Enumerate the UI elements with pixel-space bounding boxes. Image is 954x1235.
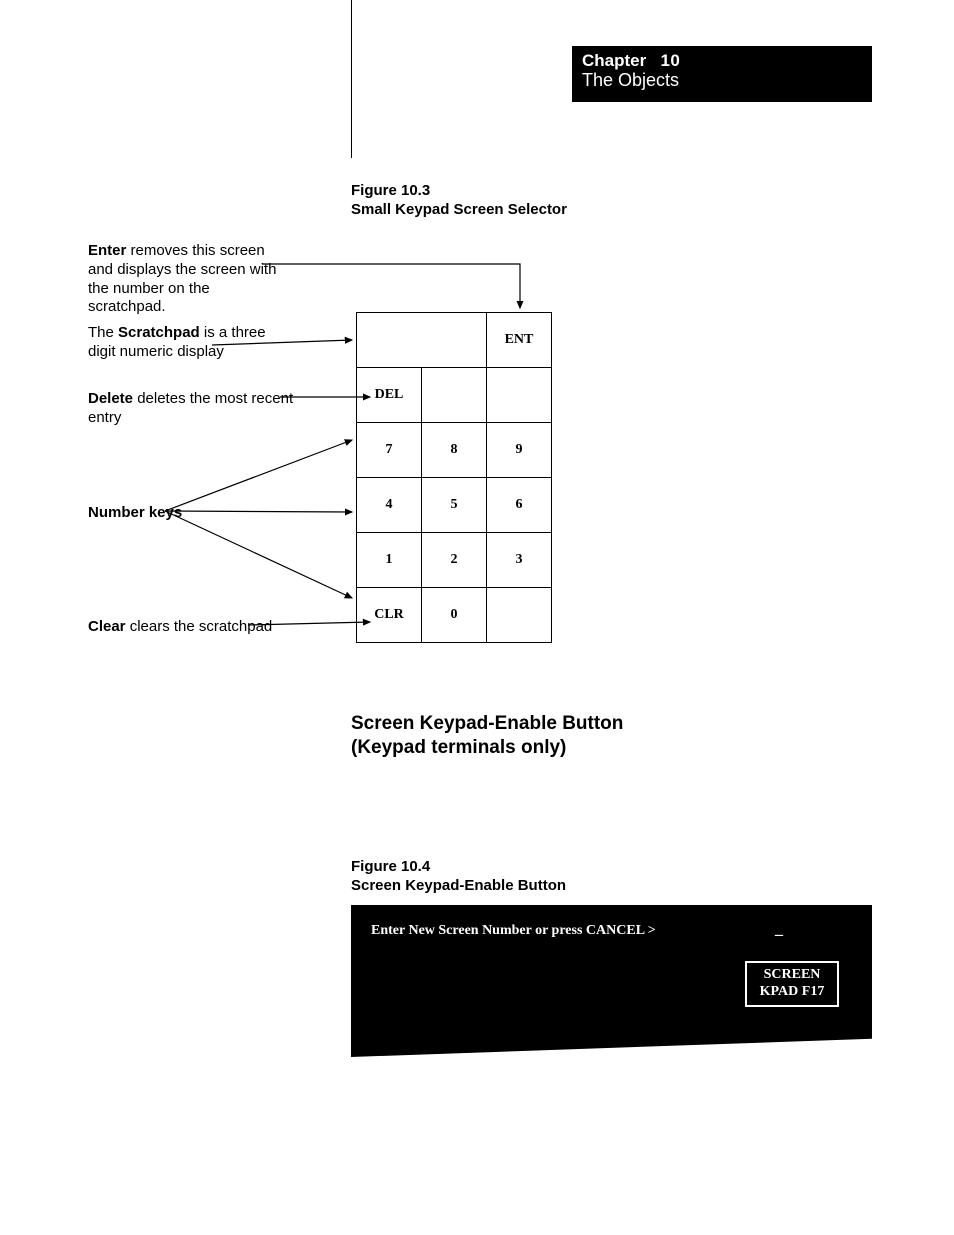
key-blank-3 xyxy=(487,588,552,643)
figure-title: Small Keypad Screen Selector xyxy=(351,201,567,220)
key-7[interactable]: 7 xyxy=(357,423,422,478)
top-vertical-rule xyxy=(351,0,352,158)
annotation-clear-bold: Clear xyxy=(88,618,126,635)
key-3[interactable]: 3 xyxy=(487,533,552,588)
figure-number: Figure 10.3 xyxy=(351,182,567,201)
annotation-clear: Clear clears the scratchpad xyxy=(88,618,298,637)
keypad: ENT DEL 7 8 9 4 5 6 1 2 3 CLR 0 xyxy=(356,312,552,643)
panel-cursor: _ xyxy=(775,921,783,939)
section-heading: Screen Keypad-Enable Button (Keypad term… xyxy=(351,712,623,760)
chapter-banner: Chapter 10 The Objects xyxy=(572,46,872,102)
section-heading-l2: (Keypad terminals only) xyxy=(351,736,623,760)
annotation-enter: Enter removes this screen and displays t… xyxy=(88,242,288,317)
key-8[interactable]: 8 xyxy=(422,423,487,478)
screen-kpad-button-l2: KPAD F17 xyxy=(760,984,825,1001)
key-6[interactable]: 6 xyxy=(487,478,552,533)
key-5[interactable]: 5 xyxy=(422,478,487,533)
chapter-label: Chapter xyxy=(582,51,646,70)
key-9[interactable]: 9 xyxy=(487,423,552,478)
key-2[interactable]: 2 xyxy=(422,533,487,588)
key-1[interactable]: 1 xyxy=(357,533,422,588)
panel-prompt: Enter New Screen Number or press CANCEL … xyxy=(371,923,656,939)
key-blank-2 xyxy=(487,368,552,423)
chapter-line: Chapter 10 xyxy=(582,52,862,71)
annotation-scratchpad-bold: Scratchpad xyxy=(118,324,200,341)
annotation-number-keys-bold: Number keys xyxy=(88,504,182,521)
key-0[interactable]: 0 xyxy=(422,588,487,643)
annotation-delete-bold: Delete xyxy=(88,390,133,407)
screen-kpad-button[interactable]: SCREEN KPAD F17 xyxy=(745,961,839,1007)
key-blank-1 xyxy=(422,368,487,423)
screen-kpad-button-l1: SCREEN xyxy=(764,967,821,984)
key-clr[interactable]: CLR xyxy=(357,588,422,643)
figure-10-3-caption: Figure 10.3 Small Keypad Screen Selector xyxy=(351,182,567,220)
chapter-subtitle: The Objects xyxy=(582,71,862,91)
figure-10-4-caption: Figure 10.4 Screen Keypad-Enable Button xyxy=(351,858,566,896)
annotation-enter-bold: Enter xyxy=(88,242,126,259)
annotation-scratchpad-pre: The xyxy=(88,324,118,341)
annotation-scratchpad: The Scratchpad is a three digit numeric … xyxy=(88,324,288,362)
chapter-number: 10 xyxy=(660,51,680,70)
scratchpad-display xyxy=(357,313,487,368)
key-ent[interactable]: ENT xyxy=(487,313,552,368)
key-del[interactable]: DEL xyxy=(357,368,422,423)
figure-104-number: Figure 10.4 xyxy=(351,858,566,877)
key-4[interactable]: 4 xyxy=(357,478,422,533)
figure-104-title: Screen Keypad-Enable Button xyxy=(351,877,566,896)
section-heading-l1: Screen Keypad-Enable Button xyxy=(351,712,623,736)
annotation-number-keys: Number keys xyxy=(88,504,288,523)
keypad-enable-panel: Enter New Screen Number or press CANCEL … xyxy=(351,905,872,1057)
annotation-delete: Delete deletes the most recent entry xyxy=(88,390,298,428)
annotation-clear-rest: clears the scratchpad xyxy=(126,618,273,635)
